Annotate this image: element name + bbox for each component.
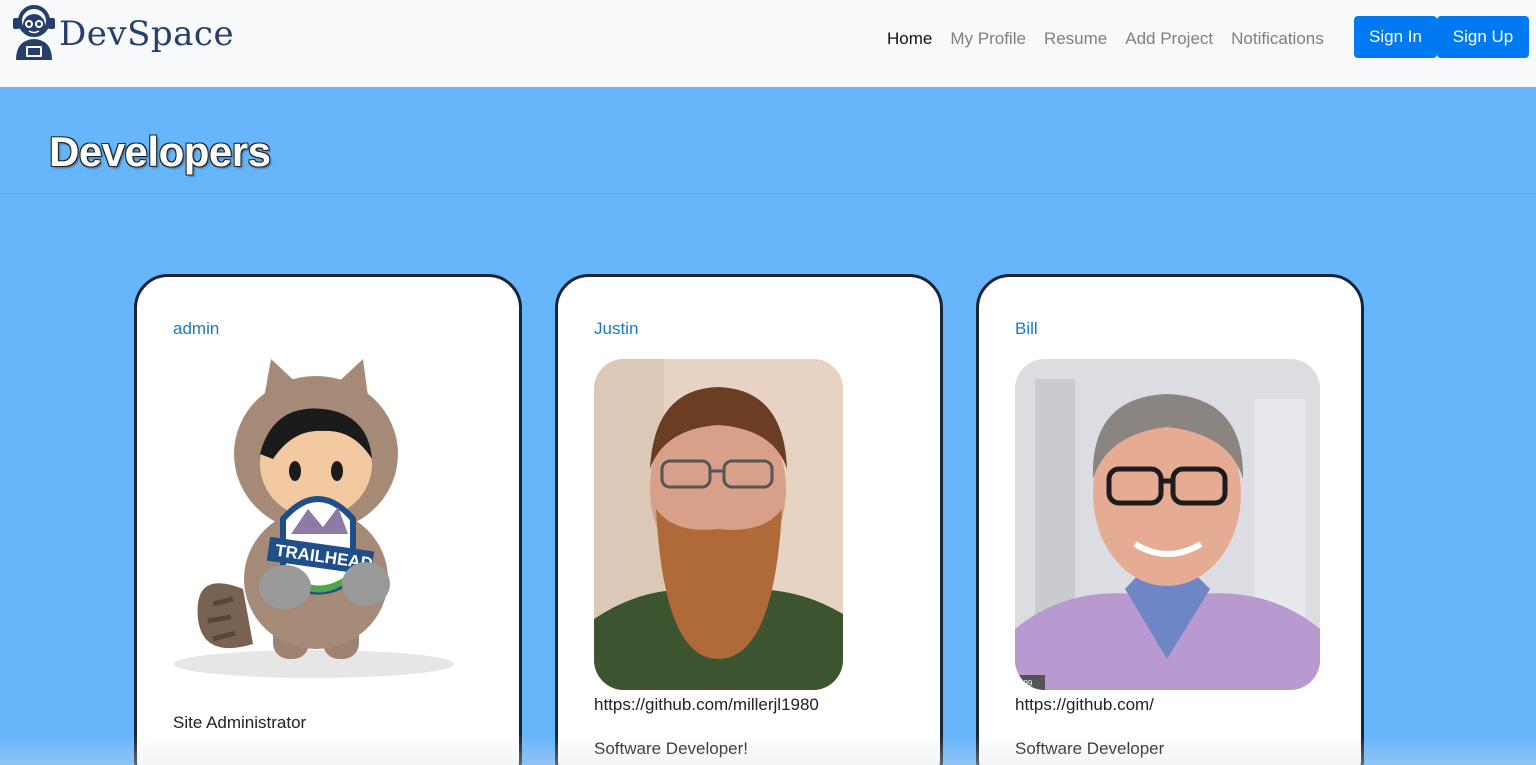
trailhead-mascot-image: TRAILHEAD: [173, 359, 455, 689]
brand-name: DevSpace: [59, 14, 235, 54]
svg-text:899: 899: [1019, 679, 1033, 688]
developer-name-link[interactable]: admin: [173, 319, 219, 339]
nav-link-home[interactable]: Home: [887, 29, 932, 49]
developer-card: Bill 899 https://github.com/ Software De…: [976, 274, 1364, 765]
nav-link-add-project[interactable]: Add Project: [1125, 29, 1213, 49]
profile-photo: 899: [1015, 359, 1320, 690]
navbar: DevSpace Home My Profile Resume Add Proj…: [0, 0, 1536, 87]
sign-up-button[interactable]: Sign Up: [1437, 16, 1529, 58]
sign-in-button[interactable]: Sign In: [1354, 16, 1437, 58]
developer-card: admin TRAILHEAD Site Administrator: [134, 274, 522, 765]
developer-description: Software Developer!: [594, 739, 749, 758]
developer-name-link[interactable]: Bill: [1015, 319, 1038, 339]
nav-link-my-profile[interactable]: My Profile: [950, 29, 1026, 49]
nav-link-resume[interactable]: Resume: [1044, 29, 1107, 49]
page-title: Developers: [49, 128, 271, 175]
brand-link[interactable]: DevSpace: [10, 4, 234, 64]
developer-description: Site Administrator: [173, 713, 307, 732]
nav-link-notifications[interactable]: Notifications: [1231, 29, 1324, 49]
developer-github-link[interactable]: https://github.com/: [1015, 695, 1154, 715]
developer-card: Justin https://github.com/millerjl1980 S…: [555, 274, 943, 765]
developer-avatar-icon: [13, 5, 55, 60]
developer-github-link[interactable]: https://github.com/millerjl1980: [594, 695, 819, 715]
developer-name-link[interactable]: Justin: [594, 319, 638, 339]
profile-photo: [594, 359, 843, 690]
developer-description: Software Developer: [1015, 739, 1165, 758]
